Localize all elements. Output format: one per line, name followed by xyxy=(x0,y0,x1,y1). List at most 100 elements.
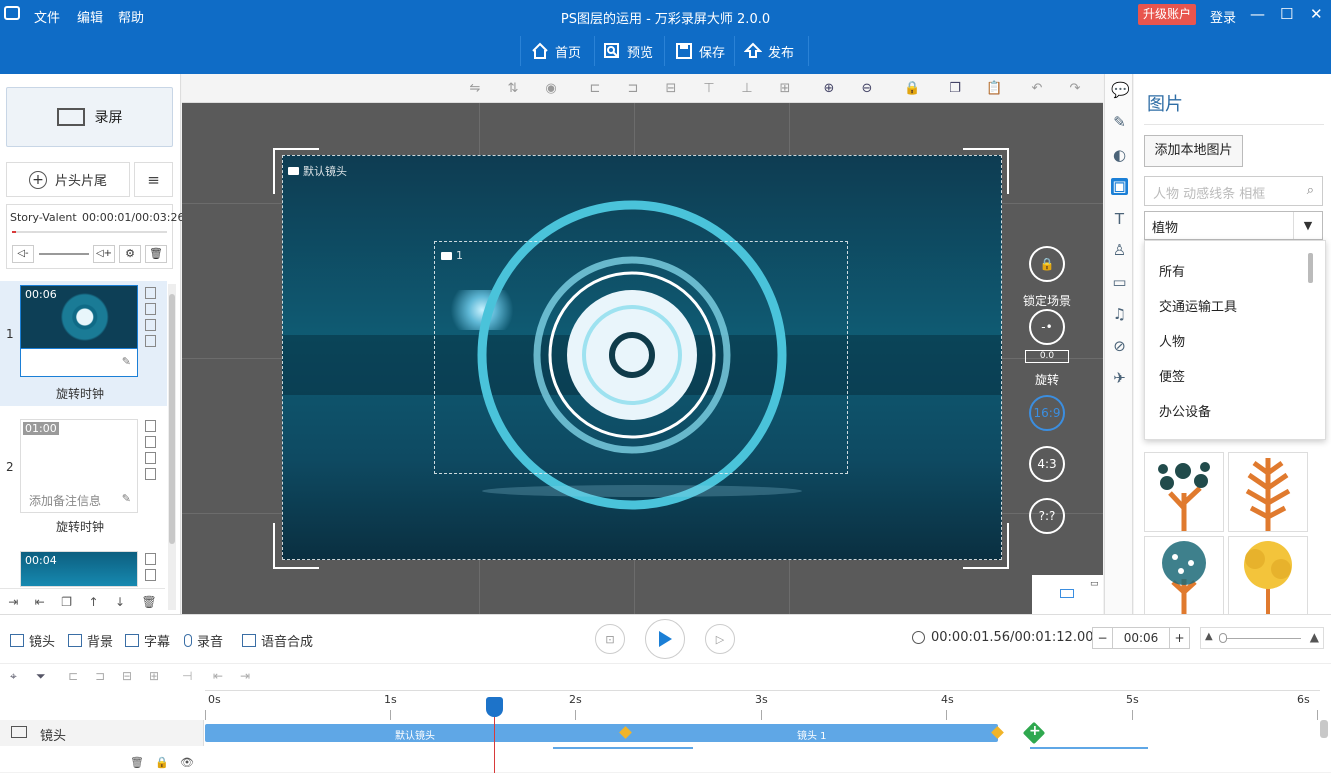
copy-icon[interactable]: ❐ xyxy=(948,82,962,96)
close-icon[interactable]: ✕ xyxy=(1310,5,1323,23)
image-search-input[interactable]: 人物 动感线条 相框 ⌕ xyxy=(1144,176,1323,206)
dropdown-scrollbar[interactable] xyxy=(1308,253,1313,283)
image-thumbnail[interactable] xyxy=(1228,452,1308,532)
segment-label[interactable]: 默认镜头 xyxy=(395,727,435,742)
rotate-value-input[interactable]: 0.0 xyxy=(1025,350,1069,363)
target-icon[interactable]: ⌖ xyxy=(10,669,17,684)
align-end-icon[interactable]: ⊐ xyxy=(95,669,105,683)
flip-vertical-icon[interactable]: ⇅ xyxy=(506,82,520,96)
ratio-4-3-button[interactable]: 4:3 xyxy=(1029,446,1065,482)
copy-icon[interactable] xyxy=(145,553,156,565)
trash-icon[interactable]: 🗑 xyxy=(145,245,167,263)
scene-card[interactable]: 00:04 xyxy=(20,551,140,587)
camera-1-frame[interactable] xyxy=(434,241,848,474)
duration-value[interactable]: 00:06 xyxy=(1113,628,1169,648)
scene-thumbnail[interactable]: 00:06 xyxy=(20,285,138,349)
distribute-icon[interactable]: ⊟ xyxy=(122,669,132,683)
export-icon[interactable] xyxy=(145,319,156,331)
scene-note-placeholder[interactable]: 添加备注信息 xyxy=(29,492,101,509)
delete-icon[interactable] xyxy=(145,436,156,448)
dropdown-option[interactable]: 便签 xyxy=(1159,366,1185,385)
copy-scene-icon[interactable]: ❐ xyxy=(61,595,72,609)
volume-up-icon[interactable]: ◁+ xyxy=(93,245,115,263)
scene-note[interactable]: ✎ xyxy=(20,349,138,377)
settings-gear-icon[interactable]: ⚙ xyxy=(119,245,141,263)
lock-scene-button[interactable]: 🔒 xyxy=(1029,246,1065,282)
trash-icon[interactable]: 🗑 xyxy=(130,756,144,769)
track-tts-button[interactable]: 语音合成 xyxy=(242,631,313,650)
lock-icon[interactable]: 🔒 xyxy=(904,82,920,96)
maximize-icon[interactable]: ☐ xyxy=(1280,5,1293,23)
redo-icon[interactable]: ↷ xyxy=(1068,82,1082,96)
music-list-button[interactable]: ≡ xyxy=(134,162,173,197)
playhead-handle[interactable] xyxy=(486,697,503,717)
image-thumbnail[interactable] xyxy=(1144,536,1224,616)
scene-thumbnail[interactable]: 00:04 xyxy=(20,551,138,587)
head-tail-button[interactable]: + 片头片尾 xyxy=(6,162,130,197)
align-middle-icon[interactable]: ⊞ xyxy=(778,82,792,96)
timeline-scrollbar[interactable] xyxy=(1320,720,1328,738)
dropdown-option[interactable]: 人物 xyxy=(1159,331,1185,350)
duplicate-icon[interactable] xyxy=(145,335,156,347)
record-screen-button[interactable]: 录屏 xyxy=(6,87,173,147)
move-right-icon[interactable]: ⇥ xyxy=(240,669,250,683)
eye-icon[interactable]: 👁 xyxy=(180,756,194,769)
minimize-icon[interactable]: — xyxy=(1250,5,1265,23)
move-left-icon[interactable]: ⇤ xyxy=(213,669,223,683)
export-scene-icon[interactable]: ⇤ xyxy=(35,595,45,609)
editing-stage[interactable]: 默认镜头 1 🔒 锁定场景 -• 0.0 旋转 16:9 4:3 ?:? ▭ xyxy=(182,103,1103,614)
plane-icon[interactable]: ✈ xyxy=(1111,370,1128,387)
upgrade-account-button[interactable]: 升级账户 xyxy=(1138,4,1196,25)
image-icon[interactable]: ▣ xyxy=(1111,178,1128,195)
increment-button[interactable]: + xyxy=(1169,628,1189,648)
login-link[interactable]: 登录 xyxy=(1210,7,1236,26)
volume-down-icon[interactable]: ◁- xyxy=(12,245,34,263)
image-thumbnail[interactable] xyxy=(1144,452,1224,532)
publish-button[interactable]: 发布 xyxy=(744,38,794,64)
minimap-viewport[interactable] xyxy=(1060,589,1074,598)
flip-horizontal-icon[interactable]: ⇋ xyxy=(468,82,482,96)
duration-stepper[interactable]: − 00:06 + xyxy=(1092,627,1190,649)
add-local-image-button[interactable]: 添加本地图片 xyxy=(1144,135,1243,167)
export-icon[interactable] xyxy=(145,452,156,464)
segment-label[interactable]: 镜头 1 xyxy=(797,727,827,742)
text-icon[interactable]: T xyxy=(1111,211,1128,228)
delete-icon[interactable] xyxy=(145,569,156,581)
home-button[interactable]: 首页 xyxy=(531,38,581,64)
scene-scrollbar[interactable] xyxy=(168,284,176,610)
volume-slider[interactable] xyxy=(39,253,89,255)
image-thumbnail[interactable] xyxy=(1228,536,1308,616)
delete-scene-icon[interactable]: 🗑 xyxy=(142,595,157,609)
ratio-custom-button[interactable]: ?:? xyxy=(1029,498,1065,534)
rotate-dial[interactable]: -• xyxy=(1029,309,1065,345)
zoom-in-icon[interactable]: ▲ xyxy=(1310,630,1319,644)
scene-card[interactable]: 00:06 ✎ xyxy=(20,285,140,377)
character-icon[interactable]: ♙ xyxy=(1111,242,1128,259)
filter-icon[interactable]: ⏷ xyxy=(36,669,46,684)
zoom-in-icon[interactable]: ⊕ xyxy=(822,82,836,96)
align-start-icon[interactable]: ⊏ xyxy=(68,669,78,683)
shape-icon[interactable]: ◐ xyxy=(1111,147,1128,164)
music-icon[interactable]: ♫ xyxy=(1111,306,1128,323)
move-up-icon[interactable]: ↑ xyxy=(88,595,98,609)
minimap-toggle-icon[interactable]: ▭ xyxy=(1090,579,1099,589)
timeline-ruler[interactable]: 0s 1s 2s 3s 4s 5s 6s xyxy=(205,690,1320,720)
zoom-out-icon[interactable]: ▲ xyxy=(1205,631,1213,642)
track-record-button[interactable]: 录音 xyxy=(184,631,223,650)
edit-pencil-icon[interactable]: ✎ xyxy=(122,492,131,505)
copy-icon[interactable] xyxy=(145,287,156,299)
track-camera-button[interactable]: 镜头 xyxy=(10,631,55,650)
category-select[interactable]: 植物 ▼ xyxy=(1144,211,1323,240)
move-down-icon[interactable]: ↓ xyxy=(115,595,125,609)
duplicate-icon[interactable] xyxy=(145,468,156,480)
preview-button[interactable]: 预览 xyxy=(603,38,653,64)
chevron-down-icon[interactable]: ▼ xyxy=(1293,212,1322,239)
scene-card[interactable]: 01:00 添加备注信息 ✎ xyxy=(20,419,140,513)
split-icon[interactable]: ⊣ xyxy=(182,669,192,683)
folder-icon[interactable]: ▭ xyxy=(1111,274,1128,291)
pen-icon[interactable]: ✎ xyxy=(1111,114,1128,131)
comment-icon[interactable]: 💬 xyxy=(1111,82,1130,99)
timeline-zoom-slider[interactable]: ▲ ▲ xyxy=(1200,627,1324,649)
dropdown-option[interactable]: 办公设备 xyxy=(1159,401,1211,420)
camera-track-bar[interactable]: 默认镜头 镜头 1 xyxy=(205,724,998,742)
